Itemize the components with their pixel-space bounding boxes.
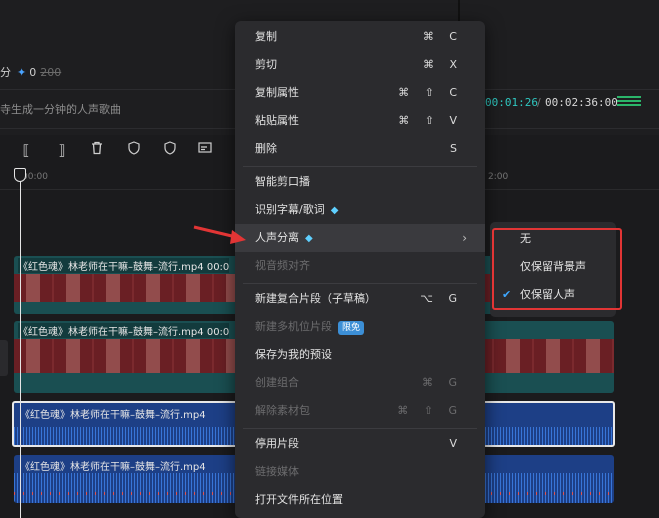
shield-icon[interactable] bbox=[160, 141, 180, 161]
menu-item-new-multicam: 新建多机位片段 限免 bbox=[235, 313, 485, 341]
menu-item-av-align: 视音频对齐 bbox=[255, 259, 310, 272]
menu-separator bbox=[243, 428, 477, 429]
menu-item-open-location[interactable]: 打开文件所在位置 bbox=[235, 486, 485, 514]
menu-item-smart-cut[interactable]: 智能剪口播 bbox=[235, 168, 485, 196]
menu-item-link-media: 链接媒体 bbox=[255, 465, 299, 478]
score-prefix: 分 bbox=[0, 66, 11, 79]
menu-item-recognize-subtitles[interactable]: 识别字幕/歌词 ◆ bbox=[235, 196, 485, 224]
track-handle[interactable] bbox=[0, 340, 8, 376]
subtitle-icon[interactable] bbox=[195, 141, 215, 161]
highlight-box bbox=[492, 228, 622, 310]
menu-item-paste-attributes[interactable]: 粘贴属性 ⌘ ⇧ V bbox=[235, 107, 485, 135]
total-time: 00:02:36:00 bbox=[545, 96, 618, 109]
menu-item-delete[interactable]: 删除 S bbox=[235, 135, 485, 163]
sparkle-icon: ✦ bbox=[17, 66, 27, 79]
menu-item-disable-clip[interactable]: 停用片段 V bbox=[235, 430, 485, 458]
red-arrow-icon bbox=[193, 225, 246, 244]
menu-item-vocal-separation[interactable]: 人声分离 ◆ › bbox=[235, 224, 485, 252]
split-right-icon[interactable]: ⟧ bbox=[52, 141, 72, 161]
clip-label: 《红色魂》林老师在干嘛–鼓舞–流行.mp4 bbox=[20, 410, 206, 421]
menu-item-cut[interactable]: 剪切 ⌘ X bbox=[235, 51, 485, 79]
menu-item-create-group: 创建组合 ⌘ G bbox=[255, 376, 463, 389]
menu-item-new-compound[interactable]: 新建复合片段（子草稿） ⌥ G bbox=[235, 285, 485, 313]
menu-item-copy[interactable]: 复制 ⌘ C bbox=[235, 23, 485, 51]
diamond-icon: ◆ bbox=[305, 233, 313, 244]
diamond-icon: ◆ bbox=[330, 205, 339, 216]
menu-item-unpack: 解除素材包 ⌘ ⇧ G bbox=[255, 404, 463, 417]
split-left-icon[interactable]: ⟦ bbox=[16, 141, 36, 161]
clip-label: 《红色魂》林老师在干嘛–鼓舞–流行.mp4 00:0 bbox=[18, 258, 230, 273]
menu-separator bbox=[243, 166, 477, 167]
score-value: 0 bbox=[29, 66, 37, 79]
shield-check-icon[interactable] bbox=[124, 141, 144, 161]
clip-label: 《红色魂》林老师在干嘛–鼓舞–流行.mp4 bbox=[20, 462, 206, 473]
score-old: 200 bbox=[40, 66, 62, 79]
delete-icon[interactable] bbox=[87, 141, 107, 161]
menu-item-copy-attributes[interactable]: 复制属性 ⌘ ⇧ C bbox=[235, 79, 485, 107]
playhead[interactable] bbox=[20, 168, 21, 518]
audio-meter-icon[interactable] bbox=[617, 96, 641, 112]
prompt-text: 寺生成一分钟的人声歌曲 bbox=[0, 103, 121, 116]
current-time: 00:01:26 bbox=[485, 96, 538, 109]
context-menu: 复制 ⌘ C 剪切 ⌘ X 复制属性 ⌘ ⇧ C 粘贴属性 ⌘ ⇧ V 删除 S 智能剪口… bbox=[235, 21, 485, 518]
time-separator: / bbox=[537, 96, 541, 109]
menu-separator bbox=[243, 283, 477, 284]
chevron-right-icon: › bbox=[462, 231, 467, 245]
playhead-handle[interactable] bbox=[14, 168, 26, 182]
menu-item-save-preset[interactable]: 保存为我的预设 bbox=[235, 341, 485, 369]
clip-label: 《红色魂》林老师在干嘛–鼓舞–流行.mp4 00:0 bbox=[18, 323, 230, 338]
ruler-label-right: 2:00 bbox=[488, 172, 509, 182]
score-row: 分 ✦ 0 200 bbox=[0, 64, 61, 80]
free-badge: 限免 bbox=[338, 321, 365, 335]
